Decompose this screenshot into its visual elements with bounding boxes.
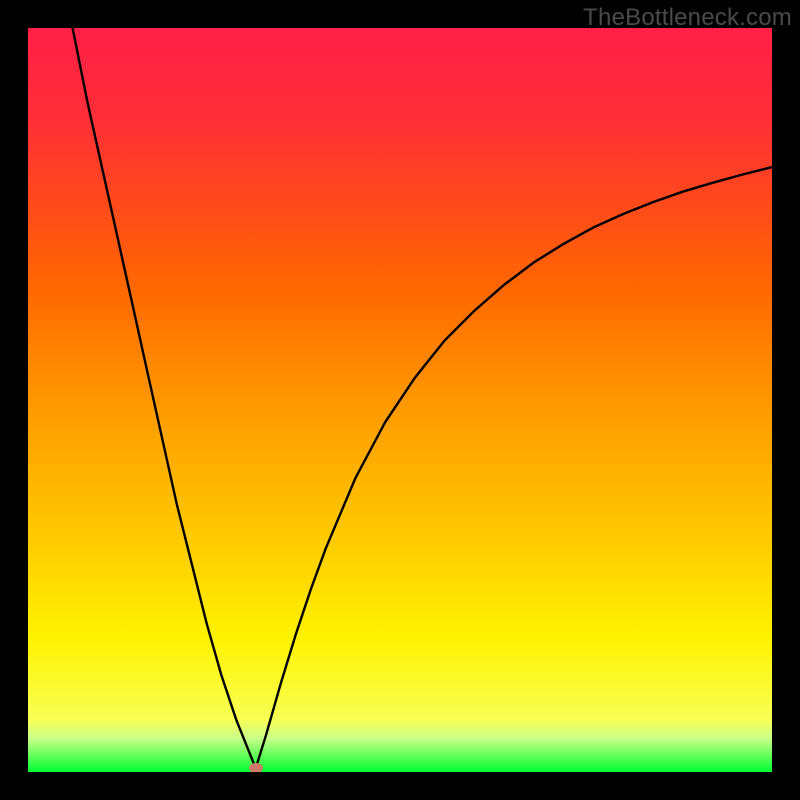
curve-right-branch [256,167,772,768]
watermark-text: TheBottleneck.com [583,4,792,32]
outer-frame: TheBottleneck.com [0,0,800,800]
plot-area [28,28,772,772]
bottleneck-curve [28,28,772,772]
minimum-marker [249,763,263,772]
curve-left-branch [73,28,256,768]
